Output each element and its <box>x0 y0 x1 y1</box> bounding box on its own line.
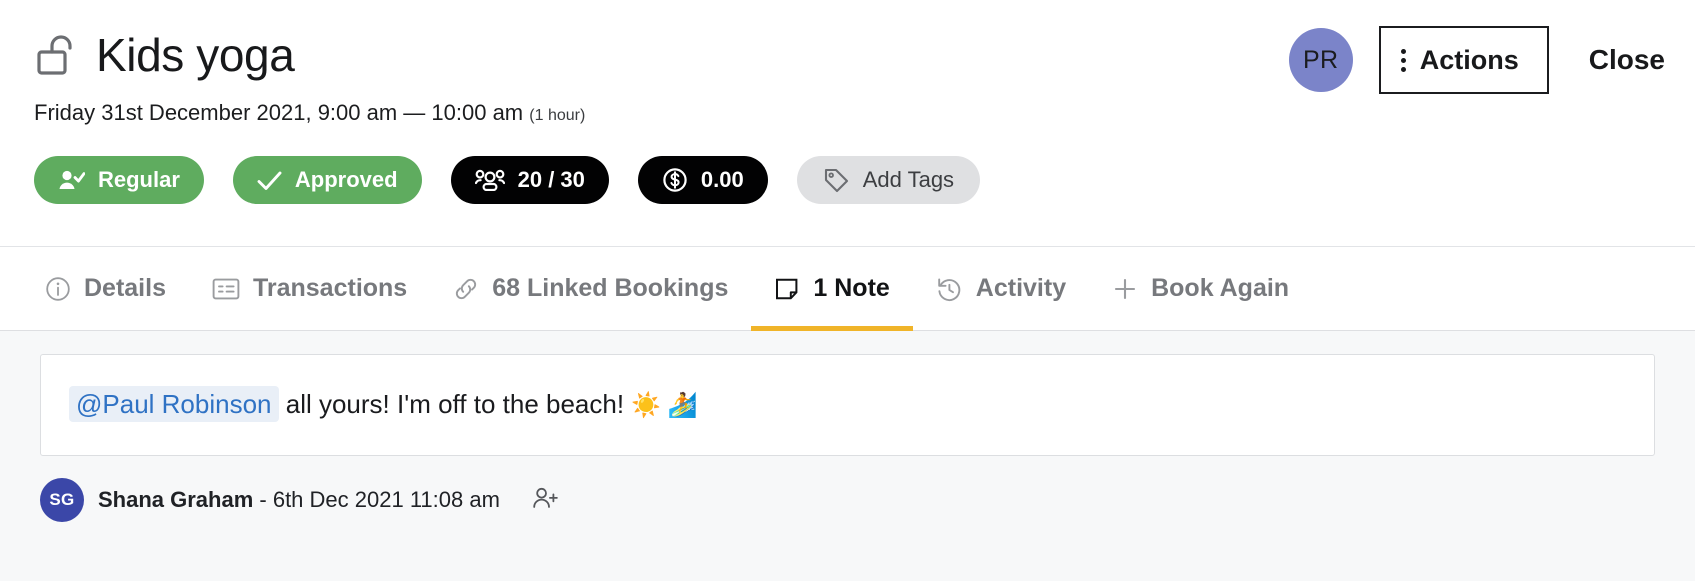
booking-duration: (1 hour) <box>529 107 586 124</box>
add-tags-button[interactable]: Add Tags <box>796 156 981 204</box>
receipt-icon <box>212 277 240 301</box>
note-icon <box>774 276 800 302</box>
badge-approved-label: Approved <box>294 167 398 192</box>
tab-note-label: 1 Note <box>813 274 890 302</box>
avatar[interactable]: PR <box>1288 28 1353 92</box>
person-check-icon <box>58 169 85 191</box>
tab-book-again-label: Book Again <box>1151 274 1290 302</box>
tab-activity[interactable]: Activity <box>913 247 1089 331</box>
plus-icon <box>1112 276 1138 302</box>
unlocked-padlock-icon <box>34 32 80 78</box>
header-actions: PR Actions Close <box>1288 26 1665 94</box>
actions-button[interactable]: Actions <box>1378 26 1549 94</box>
booking-detail-panel: Kids yoga Friday 31st December 2021, 9:0… <box>0 0 1695 581</box>
note-body-text: all yours! I'm off to the beach! <box>278 389 632 420</box>
history-icon <box>936 276 963 302</box>
note-author: Shana Graham <box>98 487 254 512</box>
close-button[interactable]: Close <box>1589 46 1665 74</box>
note-meta: Shana Graham - 6th Dec 2021 11:08 am <box>98 487 500 513</box>
note-emoji: ☀️ 🏄 <box>631 392 698 420</box>
dollar-circle-icon <box>662 167 688 193</box>
tab-bar: Details Transactions 68 Linked Bookings <box>0 247 1695 331</box>
people-icon <box>474 169 505 191</box>
check-icon <box>257 170 282 191</box>
badge-regular[interactable]: Regular <box>34 156 204 204</box>
note-card[interactable]: @Paul Robinson all yours! I'm off to the… <box>40 354 1655 456</box>
note-timestamp: - 6th Dec 2021 11:08 am <box>253 487 500 512</box>
tab-transactions-label: Transactions <box>252 274 408 302</box>
tab-details[interactable]: Details <box>22 247 189 331</box>
booking-datetime: Friday 31st December 2021, 9:00 am — 10:… <box>34 100 1661 126</box>
badge-regular-label: Regular <box>98 167 180 192</box>
info-circle-icon <box>45 276 71 302</box>
badge-capacity-label: 20 / 30 <box>517 167 585 192</box>
badge-amount[interactable]: 0.00 <box>637 156 768 204</box>
tab-details-label: Details <box>84 274 166 302</box>
tag-icon <box>823 167 850 193</box>
tab-note[interactable]: 1 Note <box>751 247 914 331</box>
badge-row: Regular Approved 20 / 30 0.00 Add Tags <box>34 156 1661 204</box>
actions-button-label: Actions <box>1419 44 1519 75</box>
tab-activity-label: Activity <box>975 274 1067 302</box>
kebab-menu-icon <box>1400 48 1406 72</box>
add-tags-label: Add Tags <box>862 167 955 192</box>
note-text: @Paul Robinson all yours! I'm off to the… <box>69 386 698 423</box>
note-panel: @Paul Robinson all yours! I'm off to the… <box>0 331 1695 581</box>
tab-linked-bookings[interactable]: 68 Linked Bookings <box>430 247 751 331</box>
page-title: Kids yoga <box>96 29 295 81</box>
link-icon <box>453 276 479 302</box>
add-person-icon[interactable] <box>532 486 559 515</box>
badge-capacity[interactable]: 20 / 30 <box>450 156 609 204</box>
tab-book-again[interactable]: Book Again <box>1089 247 1312 331</box>
panel-header: Kids yoga Friday 31st December 2021, 9:0… <box>0 0 1695 247</box>
booking-datetime-text: Friday 31st December 2021, 9:00 am — 10:… <box>34 100 524 125</box>
tab-linked-bookings-label: 68 Linked Bookings <box>492 274 729 302</box>
mention-link[interactable]: @Paul Robinson <box>69 386 279 423</box>
note-footer: SG Shana Graham - 6th Dec 2021 11:08 am <box>40 478 1655 522</box>
badge-amount-label: 0.00 <box>700 167 744 192</box>
tab-transactions[interactable]: Transactions <box>189 247 430 331</box>
avatar-author[interactable]: SG <box>40 478 84 522</box>
badge-approved[interactable]: Approved <box>232 156 422 204</box>
